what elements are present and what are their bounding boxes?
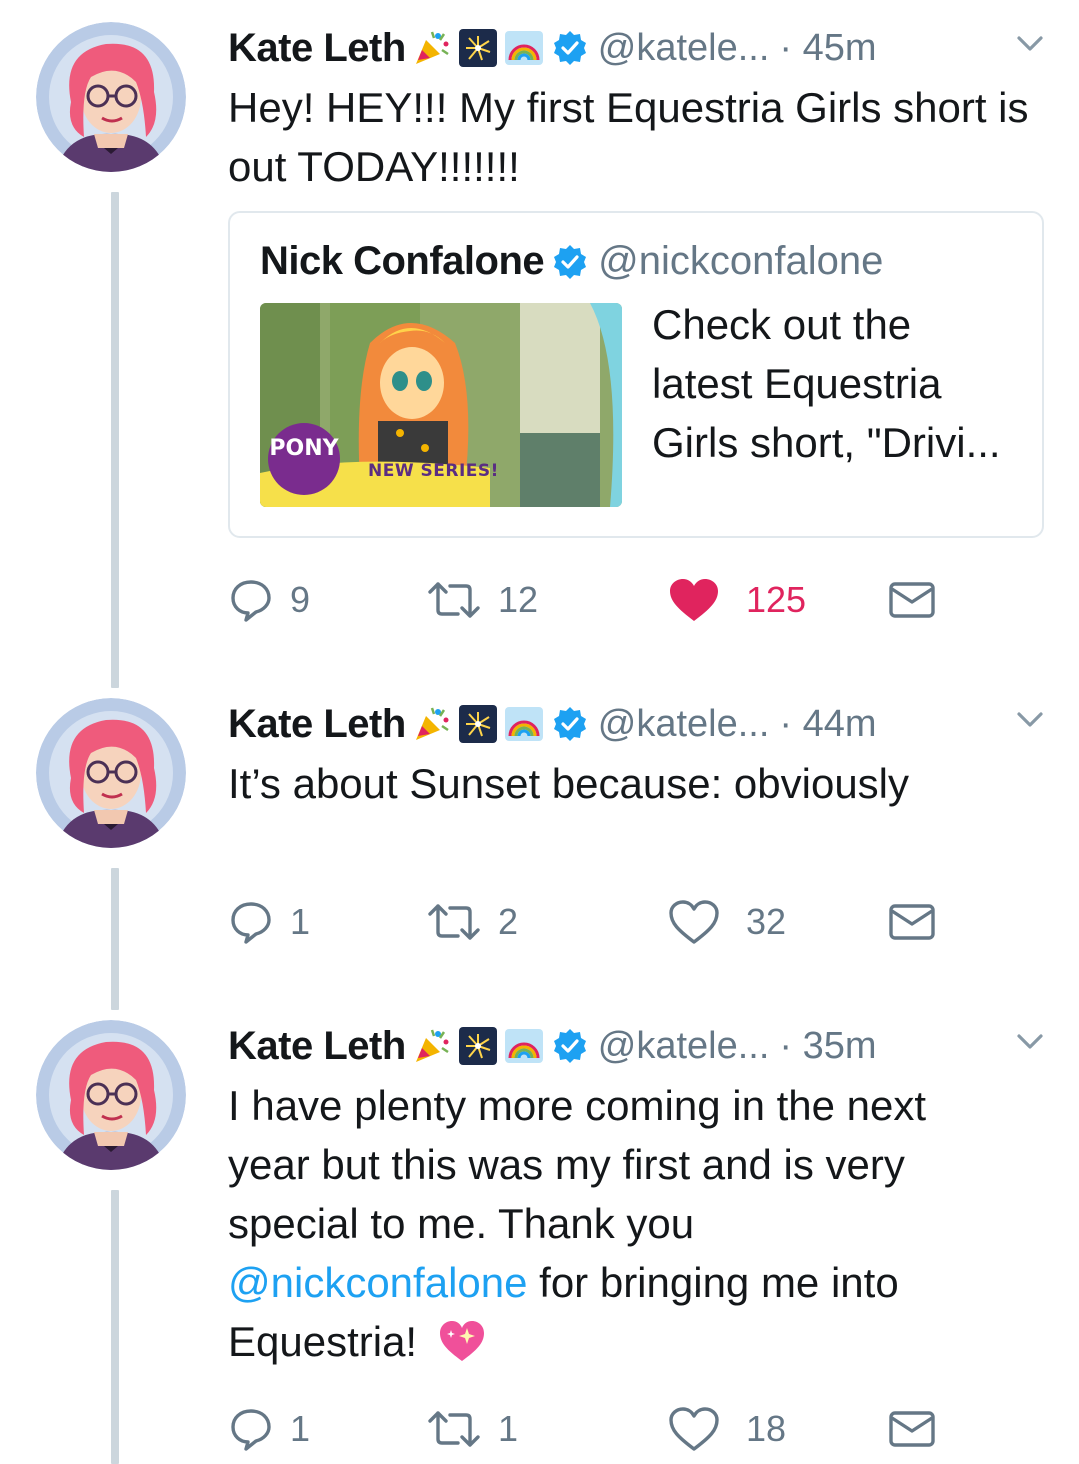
author-handle[interactable]: @katele...	[598, 1025, 770, 1068]
like-button[interactable]: 18	[668, 1404, 786, 1454]
avatar[interactable]	[36, 698, 186, 848]
party-popper-icon	[412, 1026, 452, 1066]
verified-badge-icon	[552, 706, 588, 742]
retweet-button[interactable]: 1	[426, 1404, 518, 1454]
tweet-text: Hey! HEY!!! My first Equestria Girls sho…	[228, 84, 1029, 190]
quoted-tweet-header: Nick Confalone @nickconfalone	[260, 239, 883, 284]
rainbow-icon	[504, 1026, 544, 1066]
author-handle[interactable]: @katele...	[598, 27, 770, 70]
timestamp[interactable]: · 35m	[779, 1025, 876, 1068]
envelope-icon	[889, 1411, 935, 1447]
tweet[interactable]: Kate Leth @katele... · 45m Hey! HEY!!! M…	[0, 0, 1079, 680]
sparkling-heart-icon	[437, 1318, 487, 1364]
retweet-button[interactable]: 2	[426, 897, 518, 947]
direct-message-button[interactable]	[888, 575, 936, 625]
envelope-icon	[889, 582, 935, 618]
chevron-down-icon[interactable]	[1015, 1030, 1045, 1054]
retweet-icon	[428, 1411, 480, 1447]
tweet-text: I have plenty more coming in the next ye…	[228, 1076, 988, 1371]
tweet-actions: 1 1 18	[228, 1404, 948, 1454]
rainbow-icon	[504, 28, 544, 68]
like-count: 18	[746, 1408, 787, 1449]
tweet-header: Kate Leth @katele... · 45m	[228, 22, 1049, 74]
quoted-tweet[interactable]: Nick Confalone @nickconfalone PONY NEW S…	[228, 211, 1044, 538]
retweet-icon	[428, 904, 480, 940]
heart-icon	[669, 900, 719, 944]
tweet-text: It’s about Sunset because: obviously	[228, 760, 910, 807]
retweet-button[interactable]: 12	[426, 575, 538, 625]
avatar[interactable]	[36, 22, 186, 172]
heart-icon	[670, 579, 718, 621]
reply-button[interactable]: 9	[228, 575, 310, 625]
reply-icon	[231, 1409, 271, 1451]
verified-badge-icon	[552, 1028, 588, 1064]
author-name[interactable]: Kate Leth	[228, 1024, 406, 1069]
party-popper-icon	[412, 28, 452, 68]
reply-icon	[231, 902, 271, 944]
verified-badge-icon	[552, 30, 588, 66]
like-count: 32	[746, 901, 787, 942]
direct-message-button[interactable]	[888, 897, 936, 947]
rainbow-icon	[504, 704, 544, 744]
like-count: 125	[746, 579, 807, 620]
quoted-author-handle: @nickconfalone	[598, 239, 884, 283]
reply-button[interactable]: 1	[228, 897, 310, 947]
retweet-count: 1	[498, 1408, 519, 1449]
author-name[interactable]: Kate Leth	[228, 702, 406, 747]
reply-icon	[231, 580, 271, 622]
fireworks-icon	[458, 28, 498, 68]
tweet-actions: 1 2 32	[228, 897, 948, 947]
reply-count: 9	[290, 579, 311, 620]
svg-text:PONY: PONY	[269, 436, 339, 461]
author-handle[interactable]: @katele...	[598, 703, 770, 746]
retweet-icon	[428, 582, 480, 618]
direct-message-button[interactable]	[888, 1404, 936, 1454]
reply-count: 1	[290, 901, 311, 942]
timestamp[interactable]: · 45m	[779, 27, 876, 70]
author-name[interactable]: Kate Leth	[228, 26, 406, 71]
envelope-icon	[889, 904, 935, 940]
tweet[interactable]: Kate Leth @katele... · 44m It’s about Su…	[0, 690, 1079, 1000]
fireworks-icon	[458, 1026, 498, 1066]
mention-link[interactable]: @nickconfalone	[228, 1259, 527, 1306]
reply-button[interactable]: 1	[228, 1404, 310, 1454]
quoted-media-thumbnail[interactable]: PONY NEW SERIES!	[260, 303, 622, 507]
party-popper-icon	[412, 704, 452, 744]
tweet-header: Kate Leth @katele... · 35m	[228, 1020, 1049, 1072]
reply-count: 1	[290, 1408, 311, 1449]
like-button[interactable]: 125	[668, 575, 806, 625]
tweet-actions: 9 12 125	[228, 575, 948, 625]
chevron-down-icon[interactable]	[1015, 708, 1045, 732]
quoted-tweet-text: Check out the latest Equestria Girls sho…	[652, 301, 1001, 466]
tweet-text-part: I have plenty more coming in the next ye…	[228, 1082, 927, 1247]
timestamp[interactable]: · 44m	[779, 703, 876, 746]
new-series-badge: NEW SERIES!	[368, 461, 499, 481]
like-button[interactable]: 32	[668, 897, 786, 947]
avatar[interactable]	[36, 1020, 186, 1170]
chevron-down-icon[interactable]	[1015, 32, 1045, 56]
tweet-header: Kate Leth @katele... · 44m	[228, 698, 1049, 750]
retweet-count: 12	[498, 579, 539, 620]
fireworks-icon	[458, 704, 498, 744]
verified-badge-icon	[552, 244, 588, 280]
heart-icon	[669, 1407, 719, 1451]
retweet-count: 2	[498, 901, 519, 942]
quoted-author-name: Nick Confalone	[260, 239, 545, 283]
tweet[interactable]: Kate Leth @katele... · 35m I have plenty…	[0, 1012, 1079, 1464]
